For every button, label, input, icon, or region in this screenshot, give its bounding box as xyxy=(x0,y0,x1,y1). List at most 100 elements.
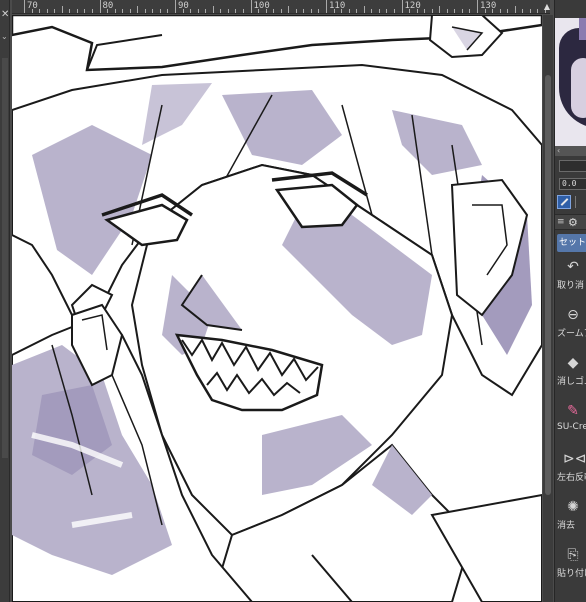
ruler-minor-tick xyxy=(167,9,169,13)
ruler-minor-tick xyxy=(235,9,237,13)
ruler-minor-tick xyxy=(197,9,199,13)
ruler-minor-tick xyxy=(499,9,501,13)
command-item-label: 左右反転 xyxy=(557,473,586,483)
zoom-slider[interactable] xyxy=(559,160,586,172)
chevron-left-icon[interactable]: ‹ xyxy=(557,146,560,156)
ruler-major-tick xyxy=(477,0,478,13)
ruler-major-tick xyxy=(250,0,252,13)
command-item-zoom-out[interactable]: ⊖ ズームアウト xyxy=(555,304,586,346)
command-item-label: 貼り付け xyxy=(557,569,586,579)
drawing-canvas[interactable] xyxy=(12,15,542,602)
ruler-minor-tick xyxy=(122,9,124,13)
ruler-minor-tick xyxy=(409,9,411,13)
ruler-minor-tick xyxy=(265,9,267,13)
chevron-down-icon[interactable]: ⌄ xyxy=(1,32,8,41)
ruler-minor-tick xyxy=(416,9,418,13)
ruler-minor-tick xyxy=(61,6,63,13)
flip-horizontal-icon: ⊳⊲ xyxy=(563,451,586,467)
close-icon[interactable]: ✕ xyxy=(1,10,9,20)
ruler-minor-tick xyxy=(182,9,184,13)
clear-icon: ✺ xyxy=(567,499,579,515)
ruler-minor-tick xyxy=(137,6,139,13)
ruler-minor-tick xyxy=(144,9,146,13)
ruler-label: 110 xyxy=(329,1,346,11)
command-item-label: SU-Create xyxy=(557,422,586,432)
ruler-minor-tick xyxy=(54,9,56,13)
ruler-minor-tick xyxy=(69,9,71,13)
zoom-out-icon: ⊖ xyxy=(567,307,579,323)
left-panel-strip: ✕ ⌄ xyxy=(0,0,10,602)
command-item-label: 消しゴム xyxy=(557,377,586,387)
ruler-minor-tick xyxy=(507,9,509,13)
tool-row xyxy=(555,194,586,210)
ruler-label: 100 xyxy=(253,1,270,11)
ruler-minor-tick xyxy=(529,9,531,13)
ruler-minor-tick xyxy=(107,9,109,13)
zoom-value-field[interactable]: 0.0 xyxy=(559,178,586,190)
ruler-minor-tick xyxy=(371,9,373,13)
gear-icon[interactable]: ⚙ xyxy=(568,216,578,229)
navigator-scrollbar[interactable]: ‹ xyxy=(555,146,586,156)
command-item-paste[interactable]: ⎘ 貼り付け xyxy=(555,544,586,586)
ruler-major-tick xyxy=(401,0,403,13)
ruler-minor-tick xyxy=(91,9,93,13)
ruler-minor-tick xyxy=(537,9,539,13)
ruler-minor-tick xyxy=(378,9,380,13)
ruler-major-tick xyxy=(175,0,176,13)
ruler-minor-tick xyxy=(31,9,33,13)
ruler-major-tick xyxy=(24,0,25,13)
eraser-icon: ◆ xyxy=(567,355,579,371)
illustration-artwork xyxy=(12,15,542,602)
ruler-minor-tick xyxy=(114,9,116,13)
ruler-minor-tick xyxy=(492,9,494,13)
ruler-minor-tick xyxy=(386,9,388,13)
ruler-minor-tick xyxy=(258,9,260,13)
ruler-scroll-up-icon[interactable]: ▲ xyxy=(542,2,552,12)
ruler-minor-tick xyxy=(212,6,214,13)
command-item-clear[interactable]: ✺ 消去 xyxy=(555,496,586,538)
ruler-minor-tick xyxy=(363,6,365,13)
scrollbar-thumb[interactable] xyxy=(545,75,551,495)
command-item-undo[interactable]: ↶ 取り消し xyxy=(555,256,586,298)
left-scrollbar[interactable] xyxy=(2,58,8,458)
ruler-minor-tick xyxy=(280,9,282,13)
ruler-major-tick xyxy=(99,0,101,13)
ruler-minor-tick xyxy=(439,6,441,13)
ruler-minor-tick xyxy=(424,9,426,13)
ruler-minor-tick xyxy=(84,9,86,13)
ruler-minor-tick xyxy=(484,9,486,13)
pen-tool-icon[interactable] xyxy=(557,195,571,209)
ruler-minor-tick xyxy=(469,9,471,13)
command-item-brush[interactable]: ✎ SU-Create xyxy=(555,400,586,442)
ruler-minor-tick xyxy=(333,9,335,13)
ruler-minor-tick xyxy=(522,9,524,13)
menu-icon[interactable]: ≡ xyxy=(557,217,565,227)
ruler-minor-tick xyxy=(341,9,343,13)
tab-set1[interactable]: セット1 xyxy=(557,234,586,252)
ruler-minor-tick xyxy=(393,9,395,13)
ruler-minor-tick xyxy=(288,6,290,13)
command-item-flip-horizontal[interactable]: ⊳⊲ 左右反転 xyxy=(555,448,586,490)
command-item-label: ズームアウト xyxy=(557,329,586,339)
ruler-minor-tick xyxy=(227,9,229,13)
command-item-label: 消去 xyxy=(557,521,576,531)
ruler-minor-tick xyxy=(461,9,463,13)
ruler-minor-tick xyxy=(152,9,154,13)
ruler-minor-tick xyxy=(273,9,275,13)
ruler-label: 130 xyxy=(480,1,497,11)
right-panel: ‹ 0.0 ≡ ⚙ セット1 ↶ 取り消し ⊖ ズームアウト ◆ 消しゴム ✎ SU-Crea… xyxy=(554,0,586,602)
ruler-minor-tick xyxy=(310,9,312,13)
command-item-eraser[interactable]: ◆ 消しゴム xyxy=(555,352,586,394)
ruler-minor-tick xyxy=(242,9,244,13)
undo-icon: ↶ xyxy=(567,259,579,275)
ruler-minor-tick xyxy=(46,9,48,13)
ruler-minor-tick xyxy=(348,9,350,13)
canvas-vertical-scrollbar[interactable] xyxy=(543,15,553,602)
ruler-minor-tick xyxy=(446,9,448,13)
paste-icon: ⎘ xyxy=(567,547,579,563)
ruler-minor-tick xyxy=(159,9,161,13)
ruler-minor-tick xyxy=(514,6,516,13)
command-bar-header: ≡ ⚙ xyxy=(555,214,586,230)
brush-icon: ✎ xyxy=(567,403,579,419)
navigator-preview[interactable] xyxy=(555,18,586,146)
